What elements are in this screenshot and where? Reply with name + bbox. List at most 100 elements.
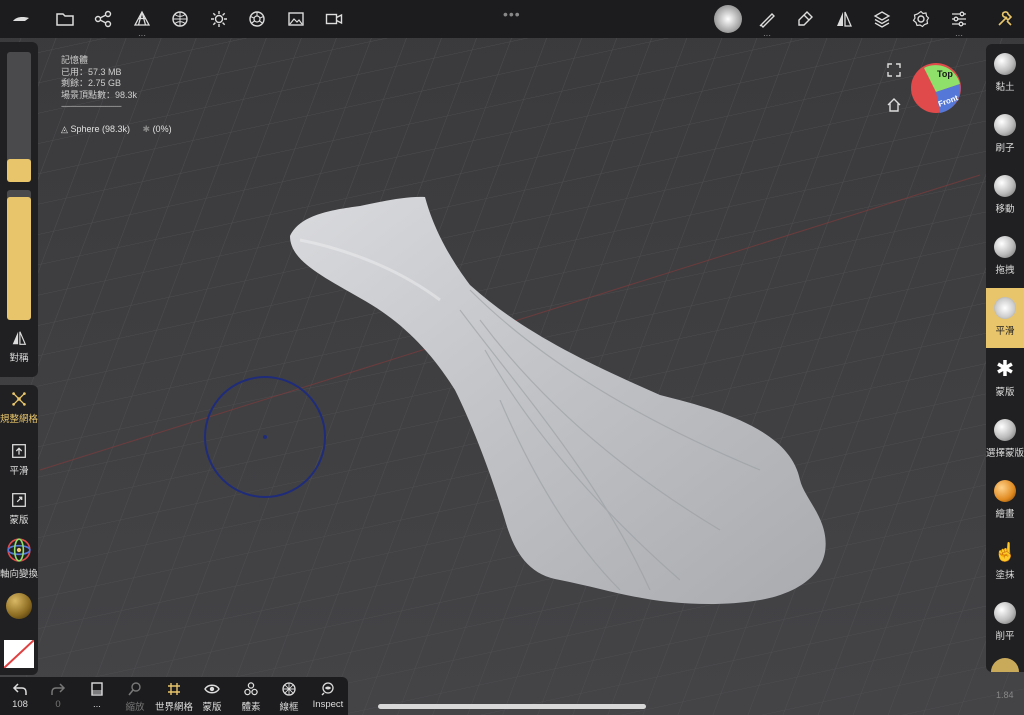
- undo-button[interactable]: 108: [0, 681, 40, 710]
- voxel-button[interactable]: 體素: [231, 681, 271, 713]
- mesh-icon: ◬: [61, 124, 68, 134]
- memory-free: 剩餘：2.75 GB: [61, 78, 122, 88]
- fullscreen-icon[interactable]: [886, 62, 902, 78]
- symmetry-toggle[interactable]: 對稱: [0, 329, 38, 364]
- redo-button[interactable]: 0: [38, 681, 78, 710]
- drag-icon: [994, 236, 1016, 258]
- left-tool-panel: 規整網格 平滑 蒙版 軸向變換: [0, 385, 38, 675]
- tool-mask[interactable]: ✱ 蒙版: [986, 349, 1024, 409]
- flatten-icon: [994, 602, 1016, 624]
- symmetry-toggle-icon: [12, 331, 27, 345]
- gizmo-label: 軸向變換: [0, 569, 39, 580]
- mask-quick-button[interactable]: 蒙版: [0, 491, 38, 526]
- mask-quick-icon: [12, 493, 26, 507]
- tool-smudge[interactable]: ☝ 塗抹: [986, 532, 1024, 592]
- mask-view-button[interactable]: 蒙版: [192, 681, 232, 713]
- tool-clay[interactable]: 黏土: [986, 44, 1024, 104]
- brush-preview-icon[interactable]: [714, 5, 742, 33]
- menu-logo-icon[interactable]: [8, 6, 34, 32]
- gizmo-icon: [7, 538, 31, 562]
- eye-icon: [204, 684, 220, 694]
- scene-graph-icon[interactable]: [90, 6, 116, 32]
- smooth-quick-label: 平滑: [9, 466, 29, 477]
- left-slider-panel: 對稱: [0, 42, 38, 377]
- tool-smooth[interactable]: 平滑: [986, 288, 1024, 348]
- tool-brush[interactable]: 刷子: [986, 105, 1024, 165]
- sphere-mesh-icon[interactable]: [167, 6, 193, 32]
- tool-paint-label: 繪畫: [995, 509, 1015, 520]
- right-tool-panel: 黏土 刷子 移動 拖拽 平滑 ✱ 蒙版 選擇蒙版 繪畫 ☝ 塗抹 削平: [986, 44, 1024, 672]
- tool-smudge-label: 塗抹: [995, 570, 1015, 581]
- zoom-label: 縮放: [125, 702, 145, 713]
- home-view-icon[interactable]: [886, 97, 902, 113]
- move-icon: [994, 175, 1016, 197]
- lighting-icon[interactable]: [206, 6, 232, 32]
- smooth-icon: [994, 297, 1016, 319]
- cube-top-label: Top: [937, 69, 953, 79]
- zoom-icon: [128, 682, 141, 696]
- folder-icon[interactable]: [52, 6, 78, 32]
- more-tools-icon[interactable]: [991, 658, 1019, 672]
- tool-move[interactable]: 移動: [986, 166, 1024, 226]
- stroke-icon[interactable]: ···: [754, 6, 780, 40]
- world-grid-label: 世界網格: [154, 702, 193, 713]
- intensity-slider[interactable]: [7, 190, 31, 320]
- retopo-label: 規整網格: [0, 414, 39, 425]
- image-icon[interactable]: [283, 6, 309, 32]
- mask-view-label: 蒙版: [202, 702, 222, 713]
- zoom-button[interactable]: 縮放: [115, 681, 155, 713]
- smooth-quick-button[interactable]: 平滑: [0, 442, 38, 477]
- history-icon: [91, 682, 103, 696]
- select-mask-icon: [994, 419, 1016, 441]
- tool-drag-label: 拖拽: [995, 265, 1015, 276]
- tool-clay-label: 黏土: [995, 82, 1015, 93]
- retopo-button[interactable]: 規整網格: [0, 390, 38, 425]
- more-dots-icon[interactable]: •••: [503, 6, 521, 22]
- mask-splat-icon: ✱: [995, 356, 1015, 381]
- memory-title: 記憶體: [61, 55, 89, 65]
- color-swatch-icon[interactable]: [4, 640, 34, 668]
- layers-icon[interactable]: [869, 6, 895, 32]
- wireframe-label: 線框: [279, 702, 299, 713]
- inspect-button[interactable]: Inspect: [308, 681, 348, 710]
- retopo-icon: [12, 392, 26, 406]
- tool-select-mask[interactable]: 選擇蒙版: [986, 410, 1024, 470]
- material-icon[interactable]: [244, 6, 270, 32]
- voxel-label: 體素: [241, 702, 261, 713]
- material-ball-icon[interactable]: [6, 593, 32, 619]
- wireframe-button[interactable]: 線框: [269, 681, 309, 713]
- picker-icon[interactable]: [792, 6, 818, 32]
- tool-flatten[interactable]: 削平: [986, 593, 1024, 653]
- wireframe-icon: [282, 682, 296, 696]
- tool-drag[interactable]: 拖拽: [986, 227, 1024, 287]
- video-icon[interactable]: [321, 6, 347, 32]
- tools-icon[interactable]: [992, 6, 1018, 32]
- mesh-name: Sphere (98.3k): [70, 124, 130, 134]
- voxel-icon: [244, 682, 258, 696]
- history-more: ...: [93, 699, 101, 710]
- version-label: 1.84: [996, 690, 1014, 700]
- symmetry-label: 對稱: [9, 353, 29, 364]
- view-cube[interactable]: Top Front: [910, 62, 962, 114]
- radius-slider[interactable]: [7, 52, 31, 182]
- inspect-label: Inspect: [312, 699, 344, 710]
- smudge-icon: ☝: [994, 542, 1017, 562]
- memory-info: 記憶體 已用：57.3 MB 剩餘：2.75 GB 場景頂點數：98.3k --…: [61, 55, 137, 113]
- world-grid-button[interactable]: 世界網格: [154, 681, 194, 713]
- undo-icon: [12, 683, 27, 695]
- history-button[interactable]: ...: [77, 681, 117, 710]
- sliders-icon[interactable]: ···: [946, 6, 972, 40]
- tool-select-mask-label: 選擇蒙版: [986, 448, 1024, 459]
- tool-brush-label: 刷子: [995, 143, 1015, 154]
- tool-paint[interactable]: 繪畫: [986, 471, 1024, 531]
- topology-icon[interactable]: ···: [129, 6, 155, 40]
- tool-move-label: 移動: [995, 204, 1015, 215]
- gizmo-button[interactable]: 軸向變換: [0, 537, 38, 580]
- info-separator: ------------------------------: [61, 101, 122, 111]
- settings-icon[interactable]: [908, 6, 934, 32]
- mesh-row[interactable]: ◬ Sphere (98.3k) ✱ (0%): [61, 124, 172, 135]
- paint-icon: [994, 480, 1016, 502]
- viewport-3d[interactable]: [0, 0, 1024, 715]
- home-indicator[interactable]: [378, 704, 646, 709]
- symmetry-icon[interactable]: [831, 6, 857, 32]
